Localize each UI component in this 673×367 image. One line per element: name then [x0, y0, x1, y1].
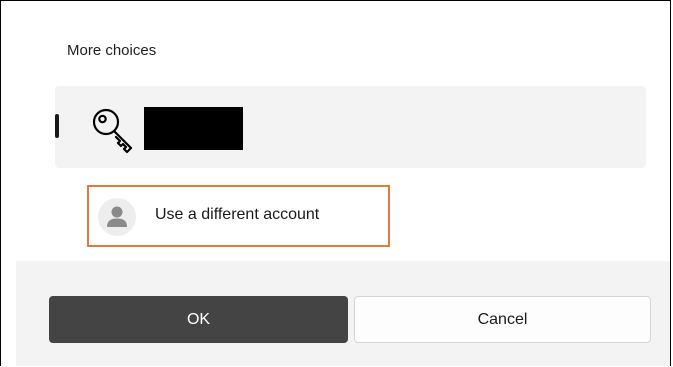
person-icon — [98, 198, 136, 236]
cancel-button[interactable]: Cancel — [354, 296, 651, 343]
more-choices-heading: More choices — [67, 42, 157, 59]
redacted-username — [144, 107, 243, 150]
use-different-account-button[interactable]: Use a different account — [87, 185, 390, 247]
selection-indicator — [55, 114, 59, 138]
credential-dialog: More choices Use a different account OK … — [0, 0, 671, 366]
key-icon — [91, 105, 141, 155]
use-different-account-label: Use a different account — [155, 206, 320, 223]
ok-button[interactable]: OK — [49, 296, 348, 343]
